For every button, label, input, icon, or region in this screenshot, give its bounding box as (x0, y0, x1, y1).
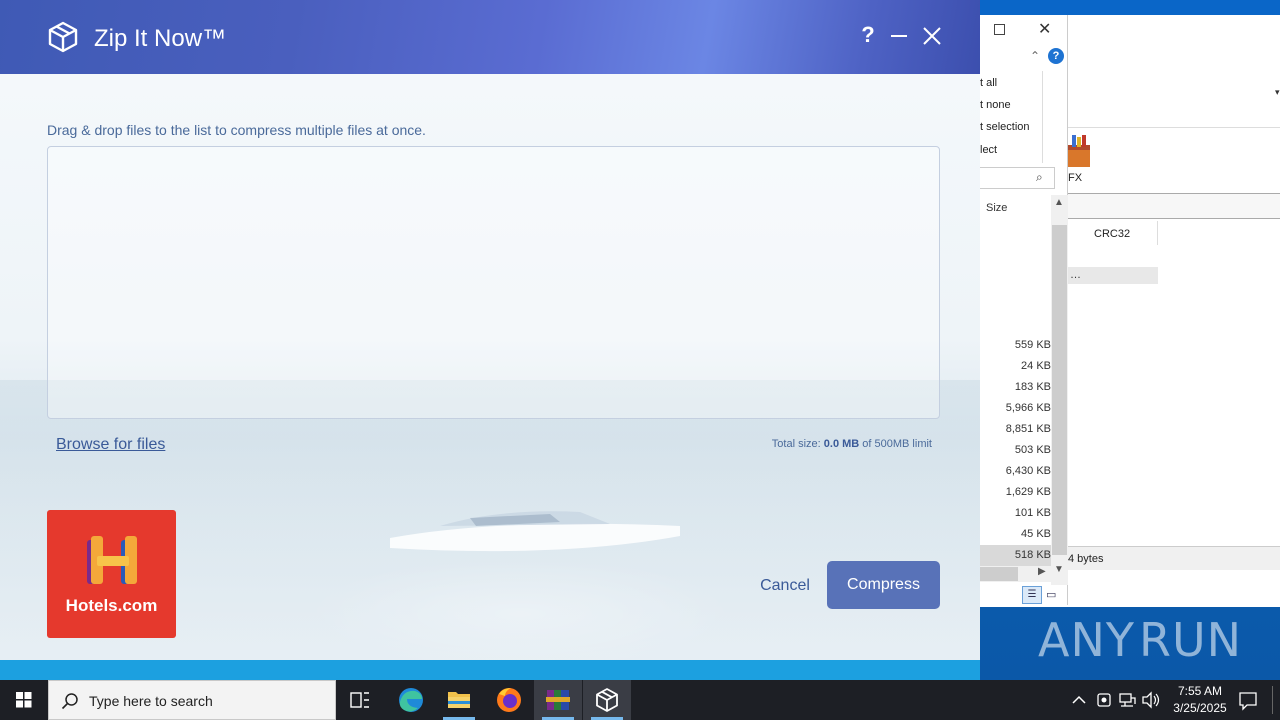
size-cell[interactable]: 183 KB (980, 377, 1052, 398)
size-cell-selected[interactable]: 518 KB (980, 545, 1052, 566)
status-bar: 4 bytes (1068, 546, 1280, 570)
total-size-suffix: of 500MB limit (862, 438, 932, 450)
firefox-icon[interactable] (485, 680, 533, 720)
scroll-thumb[interactable] (980, 567, 1018, 581)
menu-select-all[interactable]: t all (980, 77, 997, 89)
show-desktop-divider[interactable] (1272, 686, 1273, 714)
search-input[interactable] (980, 167, 1055, 189)
edge-browser-icon[interactable] (387, 680, 435, 720)
size-cell[interactable]: 503 KB (980, 440, 1052, 461)
size-cell[interactable]: 8,851 KB (980, 419, 1052, 440)
security-tray-icon[interactable] (1093, 680, 1115, 720)
horizontal-scrollbar[interactable]: ▶ (980, 566, 1052, 582)
taskbar: Type here to search 7:55 AM 3/25/2025 (0, 680, 1280, 720)
compress-button[interactable]: Compress (827, 561, 940, 609)
size-cell[interactable]: 6,430 KB (980, 461, 1052, 482)
search-icon: ⌕ (1036, 170, 1043, 184)
total-size-info: Total size: 0.0 MB of 500MB limit (680, 438, 932, 450)
anyrun-watermark: ANY RUN (1038, 605, 1241, 675)
box-logo-icon (596, 688, 618, 712)
divider (1042, 71, 1043, 163)
hotels-logo-icon (87, 536, 137, 584)
details-view-icon[interactable]: ☰ (1022, 586, 1042, 604)
browse-files-link[interactable]: Browse for files (56, 436, 165, 454)
minimize-button[interactable] (888, 22, 912, 50)
chevron-up-icon[interactable] (1068, 680, 1090, 720)
winrar-icon (546, 690, 570, 710)
close-button[interactable] (920, 22, 944, 50)
list-item[interactable]: … (1068, 267, 1158, 284)
ribbon-panel: ✕ ⌃ ? t all t none t selection lect ⌕ Si… (980, 15, 1068, 605)
column-header-crc32[interactable]: CRC32 (1094, 228, 1130, 240)
zip-it-now-taskbar-button[interactable] (583, 680, 631, 720)
background-archive-window: ✕ ⌃ ? t all t none t selection lect ⌕ Si… (980, 15, 1280, 607)
watermark-left: ANY (1038, 613, 1135, 667)
menu-select-none[interactable]: t none (980, 99, 1011, 111)
archive-pane: ▾ FX CRC32 … 4 bytes (1068, 79, 1280, 607)
clock-date: 3/25/2025 (1173, 701, 1227, 715)
size-cell[interactable]: 24 KB (980, 356, 1052, 377)
column-header-size[interactable]: Size (986, 202, 1007, 214)
network-icon[interactable] (1116, 680, 1138, 720)
scroll-down-icon[interactable]: ▼ (1054, 564, 1064, 575)
system-clock[interactable]: 7:55 AM 3/25/2025 (1160, 683, 1240, 717)
menu-invert-selection[interactable]: t selection (980, 121, 1030, 133)
vertical-scrollbar[interactable]: ▲ ▼ (1051, 195, 1068, 585)
watermark-right: RUN (1138, 613, 1243, 667)
cancel-button[interactable]: Cancel (752, 570, 818, 602)
chevron-down-icon[interactable]: ▾ (1275, 87, 1280, 98)
address-bar (1068, 79, 1280, 128)
size-cell[interactable]: 1,629 KB (980, 482, 1052, 503)
clock-time: 7:55 AM (1177, 684, 1223, 698)
zip-it-now-dialog: Zip It Now™ ? Drag & drop files to the l… (0, 0, 980, 660)
scroll-right-icon[interactable]: ▶ (1038, 566, 1046, 577)
total-size-value: 0.0 MB (823, 438, 860, 450)
taskbar-search-box[interactable]: Type here to search (48, 680, 336, 720)
search-icon (61, 693, 78, 710)
size-column: 559 KB 24 KB 183 KB 5,966 KB 8,851 KB 50… (980, 335, 1052, 566)
file-drop-zone[interactable] (47, 146, 940, 419)
window-controls: ✕ (980, 15, 1068, 45)
size-cell[interactable]: 45 KB (980, 524, 1052, 545)
winrar-taskbar-button[interactable] (534, 680, 582, 720)
scroll-thumb[interactable] (1052, 225, 1067, 555)
maximize-icon[interactable] (994, 24, 1005, 35)
minimize-icon (891, 35, 907, 37)
box-logo-icon (48, 21, 78, 53)
dialog-footer-strip (0, 660, 980, 680)
drop-instruction: Drag & drop files to the list to compres… (47, 122, 426, 138)
help-button[interactable]: ? (856, 22, 880, 50)
help-icon[interactable]: ? (1048, 48, 1064, 64)
sfx-label: FX (1068, 172, 1083, 184)
size-cell[interactable]: 559 KB (980, 335, 1052, 356)
task-view-icon[interactable] (336, 680, 384, 720)
volume-icon[interactable] (1140, 680, 1162, 720)
running-indicator (435, 680, 483, 720)
large-icons-view-icon[interactable]: ▭ (1046, 588, 1056, 601)
toolbar-band (1068, 193, 1280, 219)
notifications-icon[interactable] (1236, 680, 1260, 720)
app-title: Zip It Now™ (94, 25, 227, 52)
scroll-up-icon[interactable]: ▲ (1054, 197, 1064, 208)
hotels-ad-banner[interactable]: Hotels.com (47, 510, 176, 638)
menu-select[interactable]: lect (980, 144, 997, 156)
divider (1157, 221, 1158, 245)
sfx-archive-icon[interactable] (1068, 135, 1092, 169)
windows-start-icon[interactable] (0, 680, 48, 720)
ad-brand-text: Hotels.com (65, 596, 158, 615)
title-bar[interactable]: Zip It Now™ ? (0, 0, 980, 74)
search-placeholder: Type here to search (89, 693, 213, 709)
size-cell[interactable]: 101 KB (980, 503, 1052, 524)
boat-illustration (390, 511, 680, 552)
close-icon[interactable]: ✕ (1038, 19, 1051, 38)
total-size-prefix: Total size: (771, 438, 821, 450)
chevron-up-icon[interactable]: ⌃ (1030, 49, 1040, 63)
size-cell[interactable]: 5,966 KB (980, 398, 1052, 419)
